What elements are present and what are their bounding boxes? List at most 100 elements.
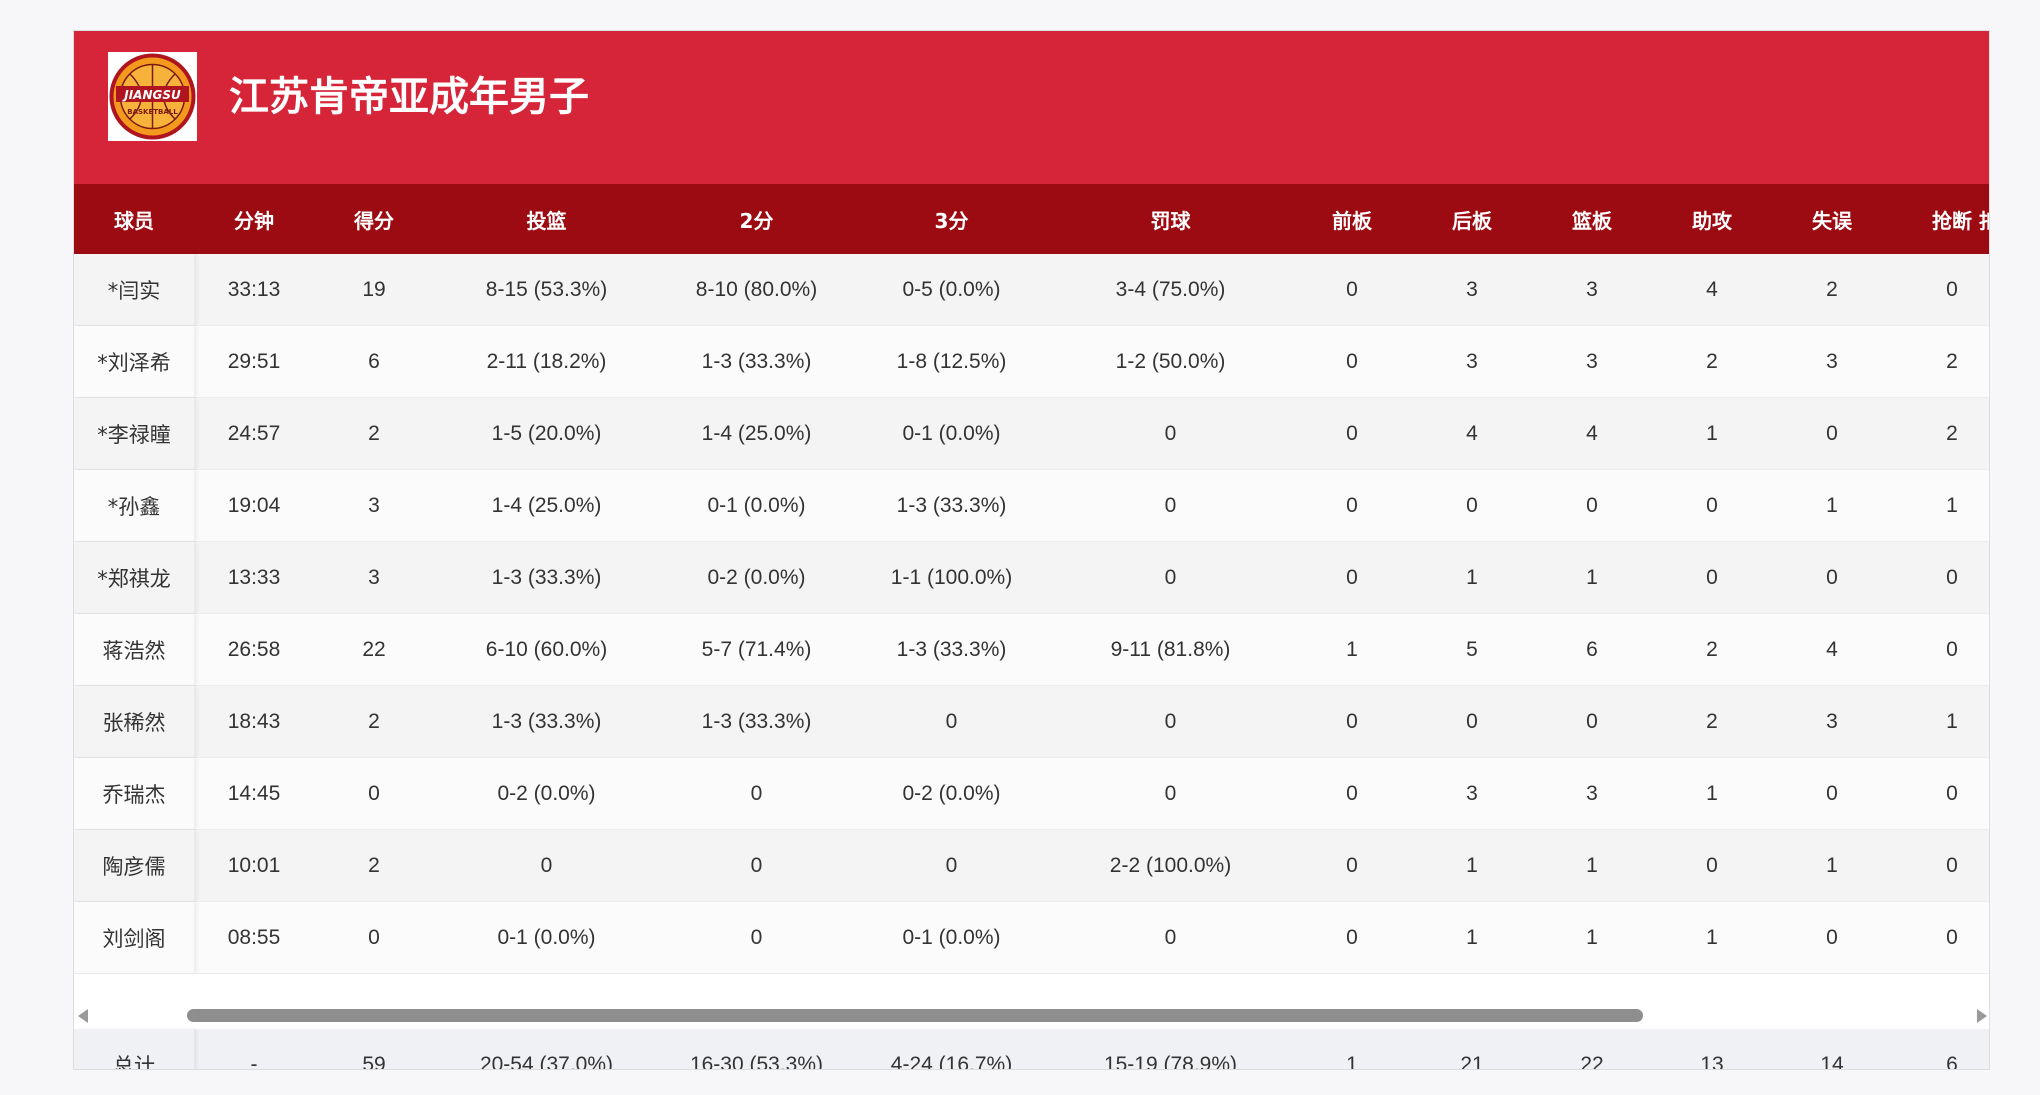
- cell-rebounds: 22: [1580, 1052, 1604, 1070]
- cell-steals: 0: [1946, 277, 1958, 301]
- cell-points: 59: [362, 1052, 386, 1070]
- cell-field-goals: 2-11 (18.2%): [486, 349, 607, 373]
- cell-offensive-rebounds: 1: [1346, 1052, 1358, 1070]
- cell-rebounds: 0: [1586, 709, 1598, 733]
- cell-offensive-rebounds: 0: [1346, 853, 1358, 877]
- totals-row: 总计 - 59 20-54 (37.0%) 16-30 (53.3%) 4-24 (16.…: [74, 1029, 1989, 1070]
- cell-minutes: -: [250, 1052, 258, 1070]
- cell-three-pointers: 0-2 (0.0%): [902, 781, 1001, 805]
- cell-field-goals: 0-2 (0.0%): [497, 781, 596, 805]
- table-row[interactable]: 张稀然 18:43 2 1-3 (33.3%) 1-3 (33.3%) 0 0 0 0 0 2 3 1: [74, 686, 1989, 758]
- cell-turnovers: 4: [1826, 637, 1838, 661]
- cell-assists: 13: [1700, 1052, 1724, 1070]
- cell-free-throws: 9-11 (81.8%): [1110, 637, 1231, 661]
- cell-three-pointers: 4-24 (16.7%): [890, 1052, 1013, 1070]
- cell-three-pointers: 1-3 (33.3%): [896, 493, 1007, 517]
- cell-offensive-rebounds: 0: [1346, 421, 1358, 445]
- column-header-player: 球员: [74, 184, 194, 254]
- cell-assists: 0: [1706, 493, 1718, 517]
- table-row[interactable]: 陶彦儒 10:01 2 0 0 0 2-2 (100.0%) 0 1 1 0 1 0: [74, 830, 1989, 902]
- cell-minutes: 18:43: [227, 709, 281, 733]
- cell-assists: 1: [1706, 781, 1718, 805]
- cell-assists: 1: [1706, 421, 1718, 445]
- cell-defensive-rebounds: 0: [1466, 709, 1478, 733]
- cell-points: 2: [368, 421, 380, 445]
- cell-free-throws: 15-19 (78.9%): [1103, 1052, 1238, 1070]
- cell-assists: 2: [1706, 709, 1718, 733]
- table-row[interactable]: 蒋浩然 26:58 22 6-10 (60.0%) 5-7 (71.4%) 1-3 (33…: [74, 614, 1989, 686]
- cell-steals: 0: [1946, 925, 1958, 949]
- cell-rebounds: 3: [1586, 277, 1598, 301]
- column-header-offensive-rebounds: 前板: [1332, 208, 1372, 233]
- cell-rebounds: 0: [1586, 493, 1598, 517]
- cell-defensive-rebounds: 21: [1460, 1052, 1484, 1070]
- cell-offensive-rebounds: 1: [1346, 637, 1358, 661]
- cell-three-pointers: 0-1 (0.0%): [902, 421, 1001, 445]
- cell-three-pointers: 0: [945, 853, 958, 877]
- column-header-two-pointers: 2分: [739, 208, 774, 233]
- cell-defensive-rebounds: 5: [1466, 637, 1478, 661]
- cell-offensive-rebounds: 0: [1346, 349, 1358, 373]
- cell-free-throws: 0: [1164, 781, 1177, 805]
- cell-free-throws: 2-2 (100.0%): [1109, 853, 1232, 877]
- cell-field-goals: 1-3 (33.3%): [491, 565, 602, 589]
- table-row[interactable]: *李禄瞳 24:57 2 1-5 (20.0%) 1-4 (25.0%) 0-1 (0.0…: [74, 398, 1989, 470]
- cell-free-throws: 0: [1164, 709, 1177, 733]
- cell-turnovers: 2: [1826, 277, 1838, 301]
- cell-steals: 0: [1946, 637, 1958, 661]
- column-header-points: 得分: [354, 208, 394, 233]
- cell-steals: 1: [1946, 493, 1958, 517]
- cell-field-goals: 20-54 (37.0%): [479, 1052, 614, 1070]
- cell-three-pointers: 0: [945, 709, 958, 733]
- table-row[interactable]: *郑祺龙 13:33 3 1-3 (33.3%) 0-2 (0.0%) 1-1 (100.…: [74, 542, 1989, 614]
- cell-player: 总计: [74, 1029, 194, 1069]
- cell-two-pointers: 16-30 (53.3%): [689, 1052, 824, 1070]
- table-row[interactable]: 刘剑阁 08:55 0 0-1 (0.0%) 0 0-1 (0.0%) 0 0 1 1 1 0 0: [74, 902, 1989, 974]
- cell-minutes: 14:45: [227, 781, 281, 805]
- cell-points: 22: [362, 637, 386, 661]
- cell-points: 19: [362, 277, 386, 301]
- cell-points: 0: [368, 925, 380, 949]
- cell-turnovers: 14: [1820, 1052, 1844, 1070]
- cell-two-pointers: 0-1 (0.0%): [707, 493, 806, 517]
- cell-points: 6: [368, 349, 380, 373]
- table-row[interactable]: 乔瑞杰 14:45 0 0-2 (0.0%) 0 0-2 (0.0%) 0 0 3 3 1 0 0: [74, 758, 1989, 830]
- cell-assists: 2: [1706, 349, 1718, 373]
- table-row[interactable]: *闫实 33:13 19 8-15 (53.3%) 8-10 (80.0%) 0-5 (0…: [74, 254, 1989, 326]
- cell-offensive-rebounds: 0: [1346, 709, 1358, 733]
- cell-two-pointers: 8-10 (80.0%): [695, 277, 818, 301]
- cell-player: 陶彦儒: [74, 830, 194, 901]
- scroll-right-arrow-icon[interactable]: [1977, 1009, 1987, 1023]
- cell-assists: 0: [1706, 565, 1718, 589]
- cell-free-throws: 0: [1164, 493, 1177, 517]
- horizontal-scrollbar[interactable]: [74, 1003, 1989, 1029]
- cell-player: 乔瑞杰: [74, 758, 194, 829]
- scroll-left-arrow-icon[interactable]: [78, 1009, 88, 1023]
- cell-steals: 2: [1946, 421, 1958, 445]
- cell-steals: 0: [1946, 781, 1958, 805]
- cell-defensive-rebounds: 3: [1466, 349, 1478, 373]
- cell-two-pointers: 1-3 (33.3%): [701, 709, 812, 733]
- cell-offensive-rebounds: 0: [1346, 277, 1358, 301]
- cell-player: *郑祺龙: [74, 542, 194, 613]
- scrollbar-thumb[interactable]: [187, 1009, 1643, 1022]
- cell-points: 2: [368, 853, 380, 877]
- cell-minutes: 26:58: [227, 637, 281, 661]
- cell-player: *李禄瞳: [74, 398, 194, 469]
- cell-offensive-rebounds: 0: [1346, 565, 1358, 589]
- table-row[interactable]: *孙鑫 19:04 3 1-4 (25.0%) 0-1 (0.0%) 1-3 (33.3%…: [74, 470, 1989, 542]
- column-header-rebounds: 篮板: [1572, 208, 1612, 233]
- table-row[interactable]: *刘泽希 29:51 6 2-11 (18.2%) 1-3 (33.3%) 1-8 (12…: [74, 326, 1989, 398]
- cell-turnovers: 0: [1826, 565, 1838, 589]
- stats-table-scroll-area[interactable]: 球员 分钟 得分 投篮 2分 3分 罚球 前板 后板 篮板 助攻 失误 抢断扣 *闫实 33:13 19 8-1…: [74, 184, 1989, 1006]
- cell-two-pointers: 1-3 (33.3%): [701, 349, 812, 373]
- cell-field-goals: 0: [540, 853, 553, 877]
- column-header-field-goals: 投篮: [526, 208, 567, 233]
- cell-turnovers: 3: [1826, 709, 1838, 733]
- cell-points: 0: [368, 781, 380, 805]
- cell-turnovers: 0: [1826, 925, 1838, 949]
- cell-points: 3: [368, 565, 380, 589]
- cell-free-throws: 0: [1164, 565, 1177, 589]
- column-header-defensive-rebounds: 后板: [1452, 208, 1492, 233]
- cell-assists: 2: [1706, 637, 1718, 661]
